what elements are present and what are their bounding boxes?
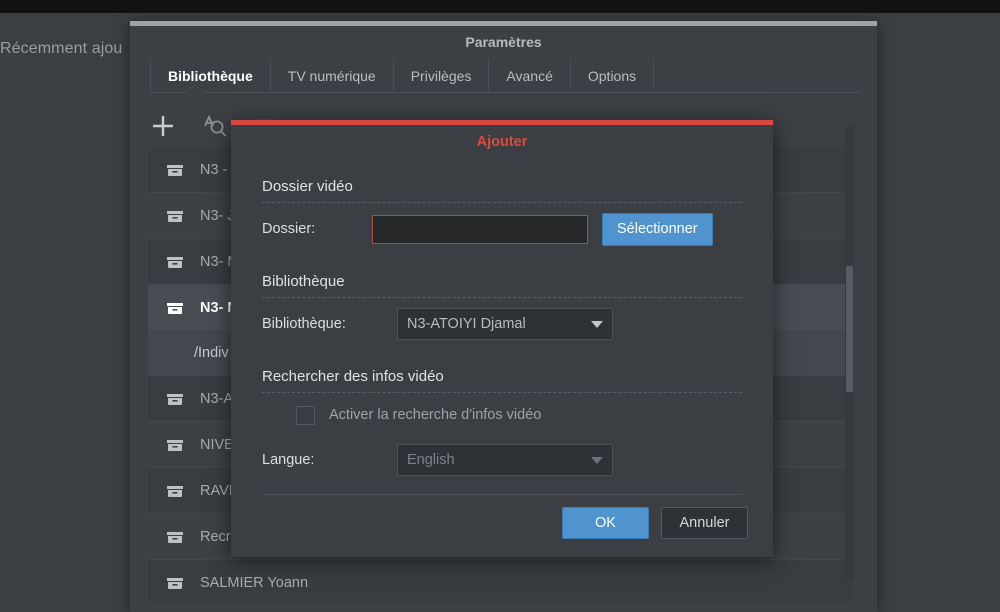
select-folder-button[interactable]: Sélectionner: [602, 212, 713, 246]
chevron-down-icon: [591, 320, 603, 328]
library-label: Bibliothèque:: [262, 316, 346, 332]
list-item-label: SALMIER Yoann: [200, 574, 309, 591]
language-select-value: English: [407, 452, 455, 468]
list-item-label: N3- J: [200, 207, 235, 224]
screen: Récemment ajou Paramètres Bibliothèque T…: [0, 0, 1000, 612]
tab-label: Privilèges: [410, 67, 472, 84]
library-box-icon: [164, 480, 186, 502]
dialog-buttons: OK Annuler: [562, 507, 748, 539]
section-heading-video-folder: Dossier vidéo: [262, 178, 353, 195]
dialog-title: Ajouter: [476, 134, 528, 150]
section-heading-library: Bibliothèque: [262, 273, 345, 290]
folder-field-row: Dossier: Sélectionner: [262, 203, 742, 255]
enable-video-info-row[interactable]: Activer la recherche d'infos vidéo: [262, 393, 742, 437]
library-scrollbar-thumb[interactable]: [846, 266, 853, 392]
recently-added-label: Récemment ajou: [0, 40, 123, 57]
library-box-icon: [164, 205, 186, 227]
language-select[interactable]: English: [397, 444, 613, 476]
active-tab-pointer: [186, 85, 204, 93]
window-titlebar-strip: [130, 21, 877, 26]
chevron-down-icon: [591, 456, 603, 464]
section-heading-video-info: Rechercher des infos vidéo: [262, 368, 444, 385]
library-field-row: Bibliothèque: N3-ATOIYI Djamal: [262, 298, 742, 350]
library-box-icon: [164, 159, 186, 181]
library-select[interactable]: N3-ATOIYI Djamal: [397, 308, 613, 340]
tab-bibliotheque[interactable]: Bibliothèque: [150, 59, 271, 92]
language-field-row: Langue: English: [262, 437, 742, 483]
tab-label: Bibliothèque: [168, 67, 253, 84]
tab-avance[interactable]: Avancé: [489, 59, 571, 92]
enable-video-info-label: Activer la recherche d'infos vidéo: [329, 407, 542, 423]
folder-input[interactable]: [372, 214, 588, 244]
dialog-body: Dossier vidéo Dossier: Sélectionner Bibl…: [231, 160, 773, 483]
scan-search-icon[interactable]: [200, 111, 230, 141]
enable-video-info-checkbox[interactable]: [296, 405, 315, 425]
library-select-value: N3-ATOIYI Djamal: [407, 316, 526, 332]
add-library-dialog: Ajouter Dossier vidéo Dossier: Sélection…: [231, 120, 773, 557]
tabbar-underline: [150, 92, 860, 93]
library-box-icon: [164, 572, 186, 594]
tabbar-filler: [654, 59, 870, 92]
settings-tabbar: Bibliothèque TV numérique Privilèges Ava…: [150, 59, 870, 92]
desktop-top-strip: [0, 0, 1000, 13]
library-box-icon: [164, 388, 186, 410]
tab-privileges[interactable]: Privilèges: [394, 59, 490, 92]
dialog-footer-divider: [262, 494, 742, 495]
library-box-icon: [164, 526, 186, 548]
tab-label: Avancé: [506, 67, 553, 84]
dialog-accent-bar: [231, 120, 773, 125]
tab-label: TV numérique: [287, 67, 376, 84]
settings-window-title: Paramètres: [465, 34, 542, 50]
tab-label: Options: [587, 67, 637, 84]
tab-tv-numerique[interactable]: TV numérique: [271, 59, 394, 92]
language-label: Langue:: [262, 452, 315, 468]
list-item[interactable]: SALMIER Yoann: [148, 560, 854, 602]
list-item-label: /Indiv: [194, 345, 229, 361]
cancel-button[interactable]: Annuler: [661, 507, 748, 539]
library-box-icon: [164, 297, 186, 319]
tab-options[interactable]: Options: [571, 59, 655, 92]
library-box-icon: [164, 251, 186, 273]
library-box-icon: [164, 434, 186, 456]
add-icon[interactable]: [148, 111, 178, 141]
ok-button[interactable]: OK: [562, 507, 649, 539]
folder-label: Dossier:: [262, 221, 316, 237]
